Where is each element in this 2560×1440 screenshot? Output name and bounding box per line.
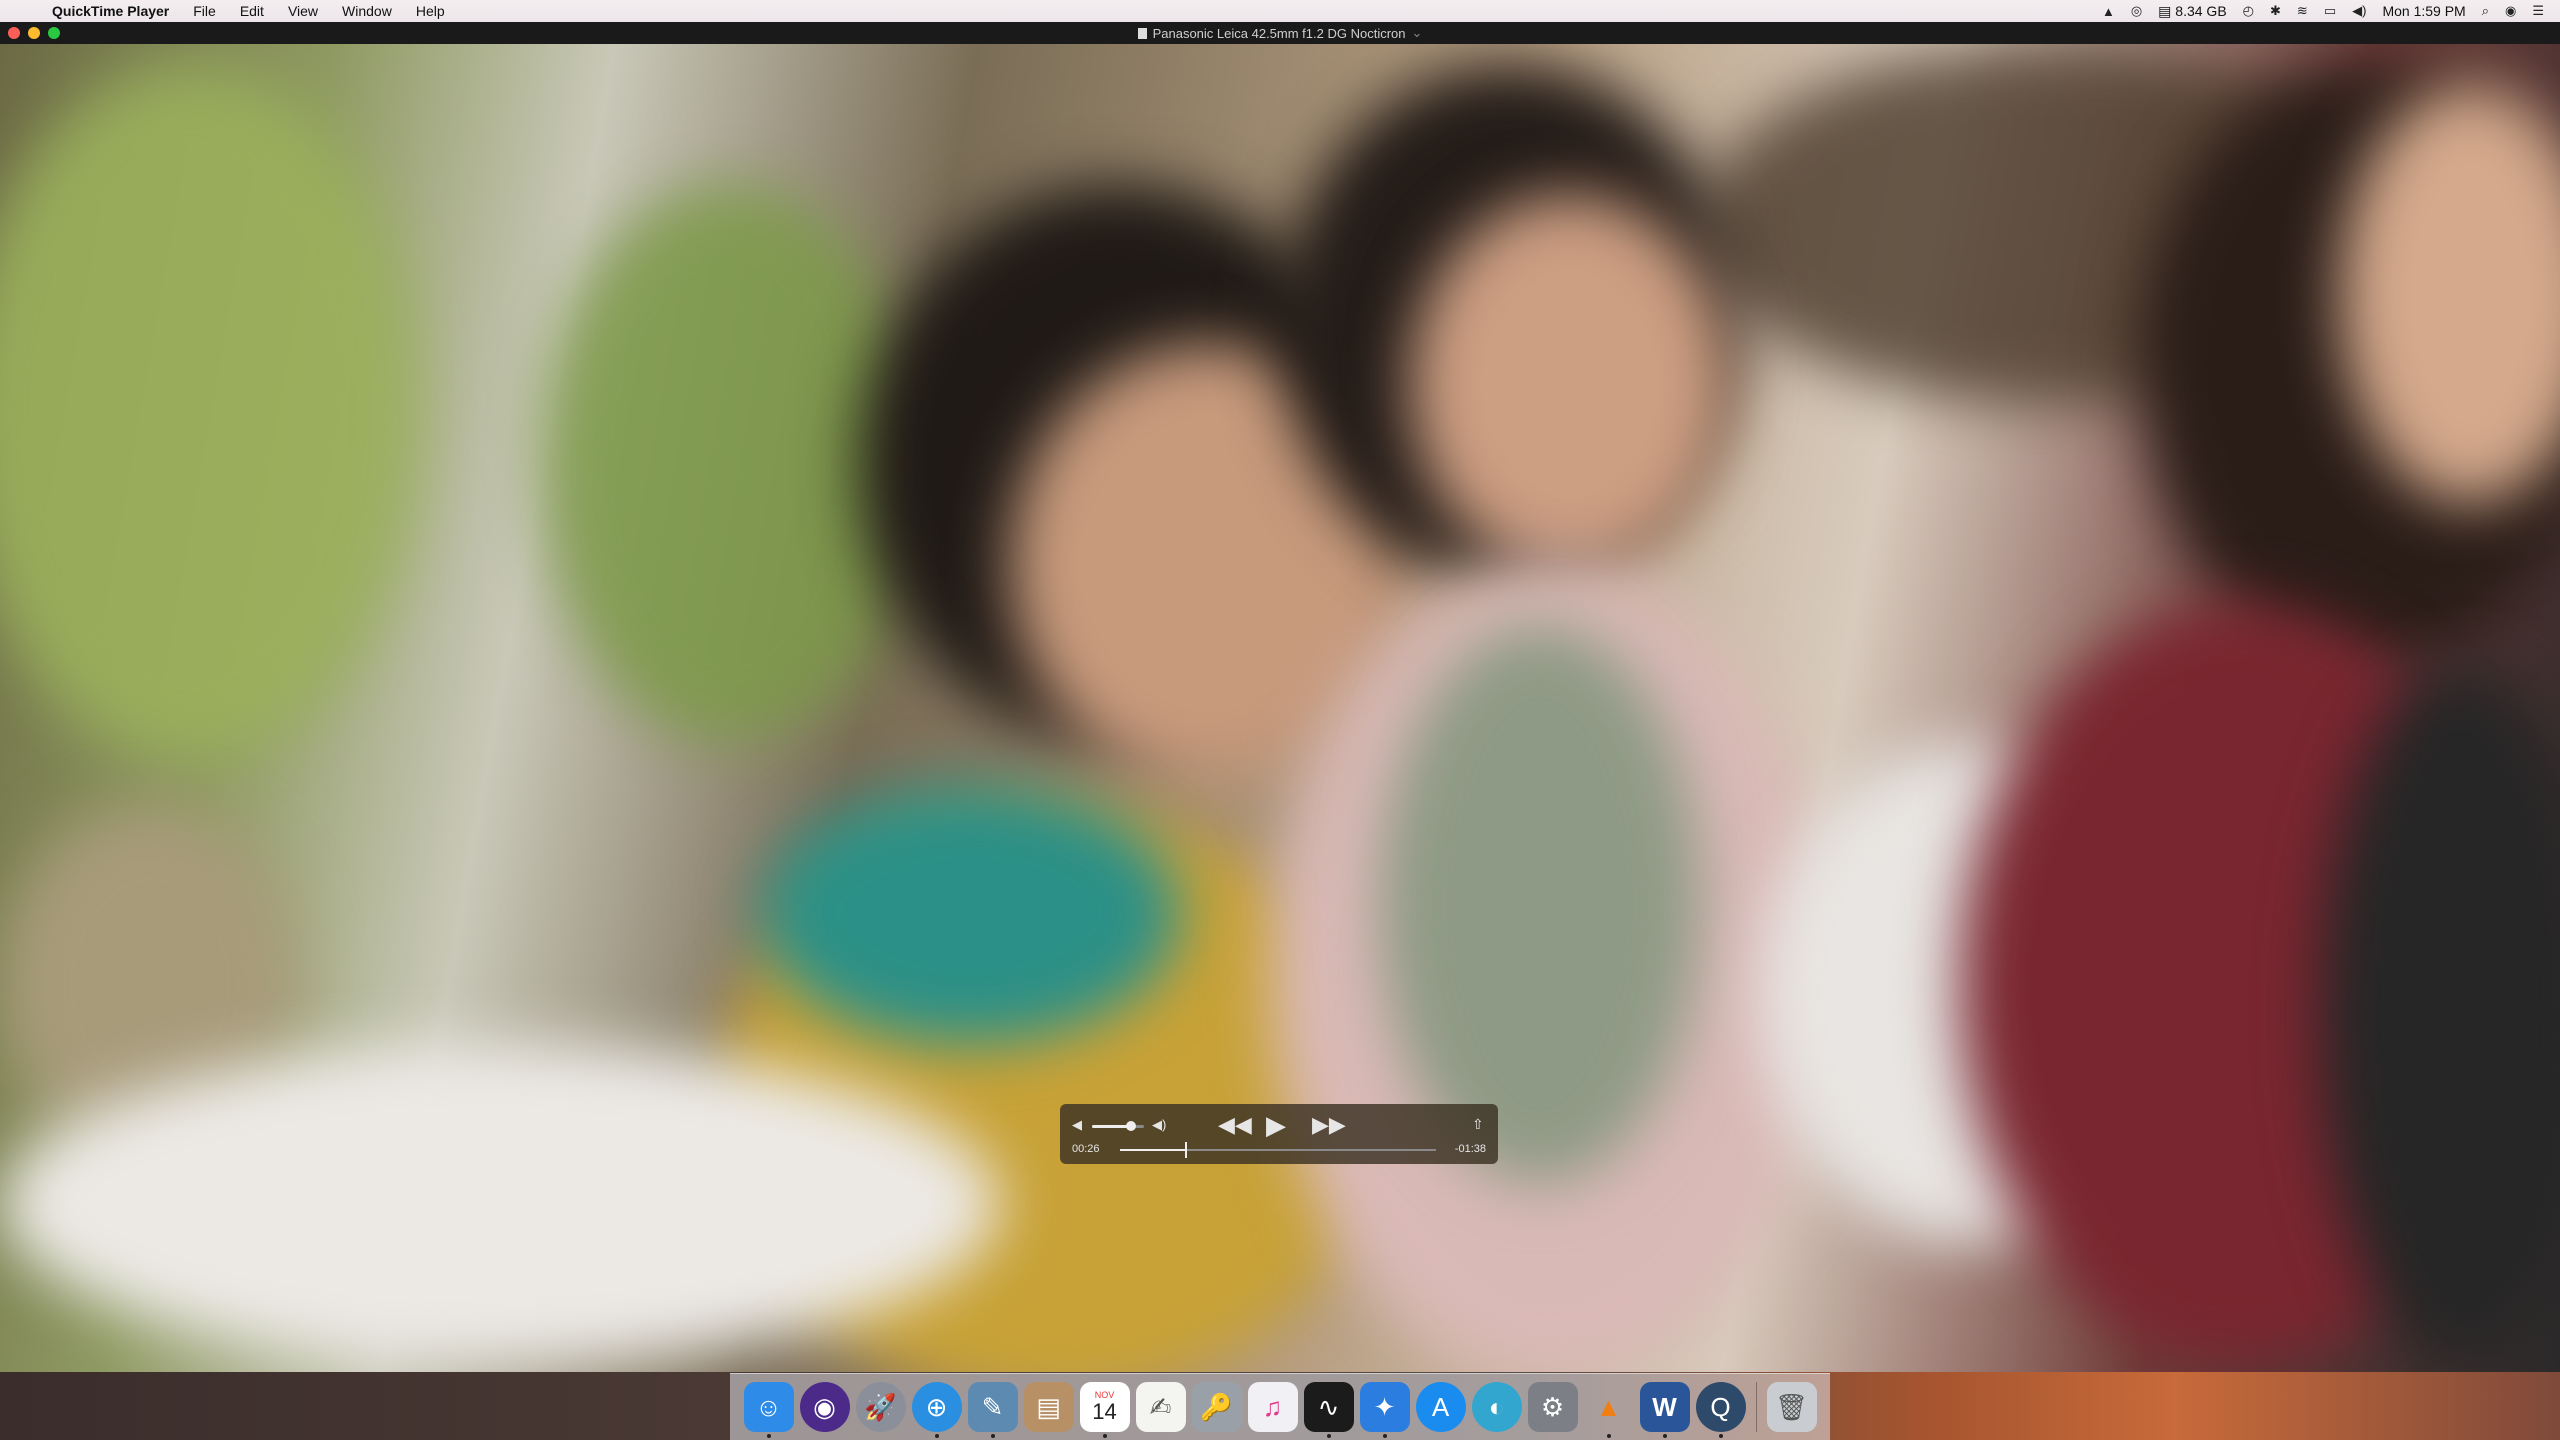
spotlight-icon[interactable]: ⌕ xyxy=(2482,3,2489,19)
dock-app-store-icon[interactable]: A xyxy=(1415,1382,1466,1432)
time-machine-icon[interactable]: ◴ xyxy=(2243,3,2254,19)
menu-help[interactable]: Help xyxy=(404,0,457,22)
wifi-icon[interactable]: ≋ xyxy=(2297,3,2308,19)
play-button[interactable]: ▶ xyxy=(1266,1110,1286,1141)
close-button[interactable] xyxy=(8,27,20,39)
video-frame[interactable]: ◀ ◀) ◀◀ ▶ ▶▶ ⇧ 00:26 -01:38 xyxy=(0,44,2560,1372)
upload-status-icon[interactable]: ▲ xyxy=(2102,4,2115,19)
volume-high-icon[interactable]: ◀) xyxy=(1152,1117,1166,1133)
dock-separator xyxy=(1755,1382,1757,1432)
running-indicator xyxy=(766,1434,771,1438)
menu-view[interactable]: View xyxy=(276,0,330,22)
dock-safari-icon[interactable]: ⊕ xyxy=(911,1382,962,1438)
running-indicator xyxy=(1326,1434,1331,1438)
hoodie-teal xyxy=(760,784,1180,1044)
volume-knob[interactable] xyxy=(1126,1121,1136,1131)
document-icon xyxy=(1137,27,1147,39)
foliage-left xyxy=(0,64,420,764)
bluetooth-icon[interactable]: ✱ xyxy=(2270,3,2281,19)
elapsed-time: 00:26 xyxy=(1072,1143,1100,1155)
app-menu[interactable]: QuickTime Player xyxy=(40,0,181,22)
share-icon[interactable]: ⇧ xyxy=(1472,1116,1484,1133)
minimize-button[interactable] xyxy=(28,27,40,39)
zoom-button[interactable] xyxy=(48,27,60,39)
person-center-shirt xyxy=(1380,624,1700,1184)
notification-center-icon[interactable]: ☰ xyxy=(2532,3,2544,19)
dock-itunes-icon[interactable]: ♫ xyxy=(1247,1382,1298,1432)
dock-launchpad-icon[interactable]: 🚀 xyxy=(855,1382,906,1432)
memory-value: 8.34 GB xyxy=(2175,2,2227,19)
running-indicator xyxy=(1606,1434,1611,1438)
memory-readout[interactable]: ▤ 8.34 GB xyxy=(2158,3,2227,20)
dock-contacts-icon[interactable]: ▤ xyxy=(1023,1382,1074,1432)
volume-slider[interactable] xyxy=(1092,1121,1144,1131)
white-table xyxy=(0,1044,1000,1364)
remaining-time: -01:38 xyxy=(1454,1143,1486,1155)
sync-status-icon[interactable]: ◎ xyxy=(2131,3,2142,19)
rewind-button[interactable]: ◀◀ xyxy=(1218,1112,1252,1138)
title-chevron-icon[interactable]: ⌄ xyxy=(1412,25,1423,41)
running-indicator xyxy=(1662,1434,1667,1438)
dock-activity-monitor-icon[interactable]: ∿ xyxy=(1303,1382,1354,1438)
menu-window[interactable]: Window xyxy=(330,0,404,22)
dock-word-icon[interactable]: W xyxy=(1639,1382,1690,1438)
running-indicator xyxy=(934,1434,939,1438)
menu-bar: QuickTime Player File Edit View Window H… xyxy=(0,0,2560,22)
calendar-day: 14 xyxy=(1092,1399,1117,1424)
dock-vlc-icon[interactable]: ▲ xyxy=(1584,1382,1634,1438)
volume-icon[interactable]: ◀) xyxy=(2352,3,2366,19)
window-controls xyxy=(8,27,60,39)
siri-icon[interactable]: ◉ xyxy=(2505,3,2516,19)
dock-keychain-icon[interactable]: 🔑 xyxy=(1191,1382,1242,1432)
dock-system-preferences-icon[interactable]: ⚙ xyxy=(1527,1382,1578,1432)
volume-low-icon[interactable]: ◀ xyxy=(1072,1117,1082,1133)
timeline-scrubber[interactable] xyxy=(1120,1142,1436,1158)
dock-finder-icon[interactable]: ☺ xyxy=(743,1382,794,1438)
dock-calendar-icon[interactable]: NOV 14 xyxy=(1079,1382,1130,1438)
clock[interactable]: Mon 1:59 PM xyxy=(2382,3,2465,19)
playhead[interactable] xyxy=(1185,1142,1188,1158)
menu-file[interactable]: File xyxy=(181,0,228,22)
timeline-fill xyxy=(1120,1149,1187,1151)
dock-xcode-like-icon[interactable]: ✦ xyxy=(1359,1382,1410,1438)
dock-preview-icon[interactable]: ✎ xyxy=(967,1382,1018,1438)
dock-siri-icon[interactable]: ◉ xyxy=(799,1382,850,1432)
running-indicator xyxy=(1382,1434,1387,1438)
running-indicator xyxy=(1102,1434,1107,1438)
person-center-face xyxy=(1410,194,1730,574)
status-area: ▲ ◎ ▤ 8.34 GB ◴ ✱ ≋ ▭ ◀) Mon 1:59 PM ⌕ ◉… xyxy=(2102,3,2560,20)
dock-quicktime-icon[interactable]: Q xyxy=(1695,1382,1746,1438)
playback-controls: ◀ ◀) ◀◀ ▶ ▶▶ ⇧ 00:26 -01:38 xyxy=(1060,1104,1498,1164)
dock-disk-utility-icon[interactable]: ◐ xyxy=(1471,1382,1522,1432)
running-indicator xyxy=(990,1434,995,1438)
window-title-bar: Panasonic Leica 42.5mm f1.2 DG Nocticron… xyxy=(0,22,2560,44)
window-title[interactable]: Panasonic Leica 42.5mm f1.2 DG Nocticron xyxy=(1153,26,1406,41)
fast-forward-button[interactable]: ▶▶ xyxy=(1312,1112,1346,1138)
dock: ☺ ◉ 🚀 ⊕ ✎ ▤ NOV 14 ✍ 🔑 ♫ ∿ ✦ A ◐ ⚙ ▲ W Q 🗑 xyxy=(730,1373,1830,1440)
running-indicator xyxy=(1718,1434,1723,1438)
dock-trash-icon[interactable]: 🗑 xyxy=(1766,1382,1817,1432)
menu-edit[interactable]: Edit xyxy=(228,0,276,22)
airplay-icon[interactable]: ▭ xyxy=(2324,3,2336,19)
dock-textedit-icon[interactable]: ✍ xyxy=(1135,1382,1186,1432)
